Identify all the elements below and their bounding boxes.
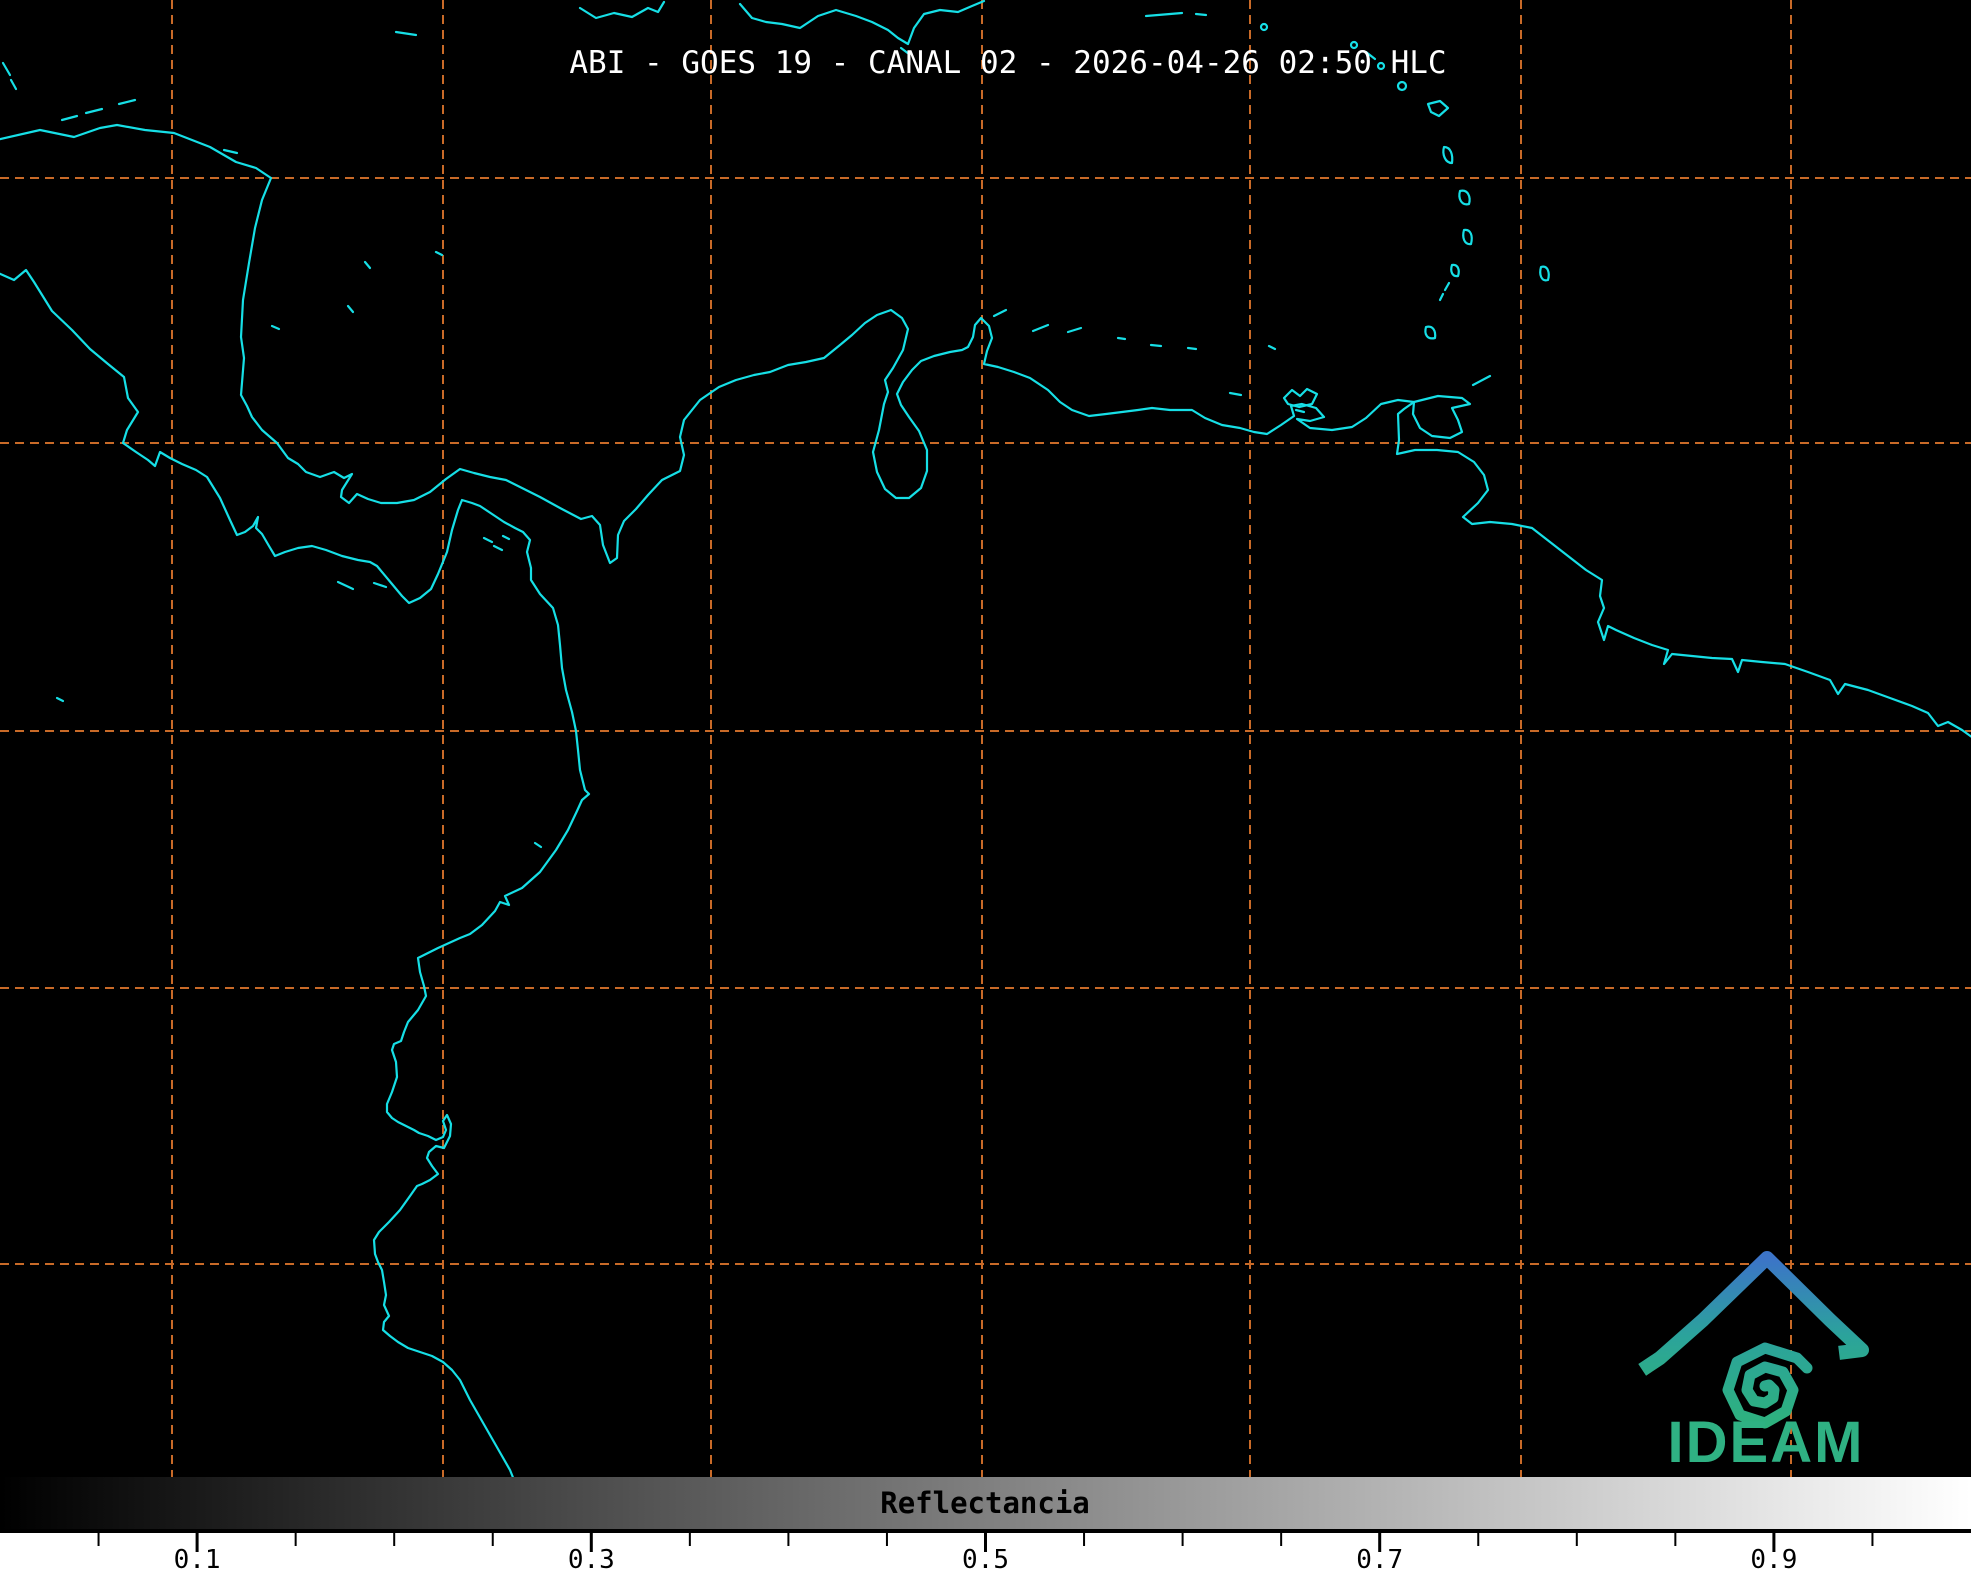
minor-tick: [295, 1533, 297, 1546]
coastline-vieques: [1196, 14, 1206, 15]
minor-tick: [1083, 1533, 1085, 1546]
minor-tick: [393, 1533, 395, 1546]
minor-tick: [1871, 1533, 1873, 1546]
minor-tick: [492, 1533, 494, 1546]
tick-label: 0.7: [1356, 1545, 1403, 1575]
tick-label: 0.5: [962, 1545, 1009, 1575]
minor-tick: [1477, 1533, 1479, 1546]
minor-tick: [886, 1533, 888, 1546]
coastline-la-orchila: [1188, 348, 1196, 349]
coastline-los-roques: [1151, 345, 1161, 346]
minor-tick: [1674, 1533, 1676, 1546]
minor-tick: [1576, 1533, 1578, 1546]
minor-tick: [1280, 1533, 1282, 1546]
tick-label: 0.1: [174, 1545, 221, 1575]
satellite-image-viewport: ABI - GOES 19 - CANAL 02 - 2026-04-26 02…: [0, 0, 1971, 1577]
coastline-las-aves: [1118, 338, 1125, 339]
minor-tick: [1182, 1533, 1184, 1546]
map-background: [0, 0, 1971, 1477]
minor-tick: [689, 1533, 691, 1546]
image-title: ABI - GOES 19 - CANAL 02 - 2026-04-26 02…: [569, 45, 1446, 81]
minor-tick: [787, 1533, 789, 1546]
colorbar-label: Reflectancia: [880, 1486, 1090, 1520]
colorbar-border: [0, 1529, 1971, 1533]
logo-wordmark: IDEAM: [1668, 1410, 1865, 1475]
tick-label: 0.9: [1750, 1545, 1797, 1575]
tick-label: 0.3: [568, 1545, 615, 1575]
reflectance-colorbar: Reflectancia 0.1 0.3 0.5 0.7 0.9: [0, 1477, 1971, 1577]
minor-tick: [98, 1533, 100, 1546]
goes-satellite-map: ABI - GOES 19 - CANAL 02 - 2026-04-26 02…: [0, 0, 1971, 1577]
